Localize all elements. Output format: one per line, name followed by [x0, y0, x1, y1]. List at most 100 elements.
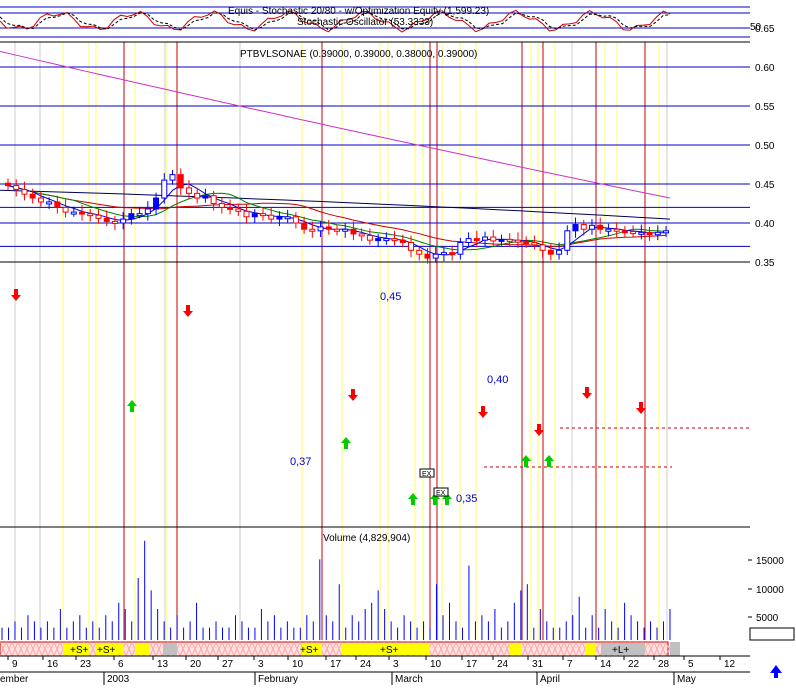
candle-body [342, 228, 349, 232]
candle-body [103, 217, 110, 222]
candle-body [218, 203, 225, 208]
signal-segment [509, 643, 522, 655]
x-day-label: 14 [600, 659, 612, 670]
sell-arrow-icon [348, 389, 358, 401]
x-day-label: 17 [466, 659, 478, 670]
candle-body [391, 238, 398, 242]
candle-body [202, 195, 209, 199]
candle-body [79, 211, 86, 215]
signal-label: +S+ [97, 645, 116, 656]
x-day-label: 28 [658, 659, 670, 670]
x-day-label: 3 [258, 659, 264, 670]
scroll-up-arrow[interactable] [770, 665, 782, 678]
price-tick-label: 0.60 [755, 63, 775, 74]
ma-longest-line [0, 50, 671, 199]
price-tick-label: 0.50 [755, 141, 775, 152]
stochastic-title-1: Equis - Stochastic 20/80 - w/Optimizatio… [228, 6, 489, 17]
candle-body [128, 213, 135, 220]
candle-body [309, 228, 316, 232]
candle-body [654, 231, 661, 236]
candle-body [440, 252, 447, 256]
candle-body [564, 230, 571, 251]
candle-body [5, 182, 11, 187]
candle-body [613, 228, 620, 232]
signal-segment [670, 642, 680, 656]
candle-body [514, 239, 521, 243]
price-axis: 0.35 0.40 0.45 0.50 0.55 0.60 0.65 [755, 24, 775, 269]
x-day-label: 9 [12, 659, 18, 670]
candle-body [588, 224, 595, 230]
candle-body [177, 174, 184, 189]
candle-body [350, 228, 357, 235]
candle-body [383, 238, 390, 242]
signal-label: +S+ [70, 645, 89, 656]
candle-body [432, 253, 439, 259]
x-day-label: 22 [628, 659, 640, 670]
x-month-label: ember [0, 674, 29, 685]
price-tick-label: 0.35 [755, 258, 775, 269]
candle-body [54, 201, 61, 208]
candle-body [268, 214, 275, 220]
candle-body [580, 224, 587, 230]
candle-body [136, 213, 143, 217]
x-month-label: May [677, 674, 696, 685]
stochastic-title-2: Stochastic Oscillator (53.3333) [297, 17, 433, 28]
candle-body [62, 206, 69, 213]
candle-body [210, 195, 217, 204]
candle-body [531, 242, 538, 246]
volume-axis: 5000 10000 15000 [748, 556, 795, 641]
price-tick-label: 0.40 [755, 219, 775, 230]
exit-marker: EX [419, 468, 435, 478]
candle-body [111, 220, 118, 224]
volume-tick-label: 15000 [756, 556, 784, 567]
candle-body [185, 187, 192, 194]
x-day-label: 20 [190, 659, 202, 670]
x-day-label: 24 [497, 659, 509, 670]
candle-body [449, 252, 456, 256]
signal-label: +L+ [612, 645, 629, 656]
x-month-label: 2003 [107, 674, 130, 685]
candle-body [70, 211, 77, 215]
price-tick-label: 0.45 [755, 180, 775, 191]
candle-body [243, 210, 250, 218]
candle-body [399, 239, 406, 244]
stochastic-panel: Equis - Stochastic 20/80 - w/Optimizatio… [0, 6, 762, 43]
volume-panel: Volume (4,829,904) 5000 10000 15000 [1, 533, 795, 641]
candle-body [301, 222, 308, 230]
candle-body [37, 197, 44, 203]
candle-body [539, 244, 546, 251]
price-tick-label: 0.65 [755, 24, 775, 35]
candle-body [87, 213, 94, 217]
x-day-label: 12 [724, 659, 736, 670]
candle-body [13, 185, 20, 190]
x-day-label: 16 [47, 659, 59, 670]
signal-segment [135, 643, 150, 655]
candle-body [506, 238, 513, 242]
x-day-label: 27 [222, 659, 234, 670]
annotation-045: 0,45 [380, 291, 401, 303]
signal-label: +S+ [380, 645, 399, 656]
signal-segment [163, 643, 177, 655]
annotation-040: 0,40 [487, 374, 508, 386]
candle-body [276, 216, 283, 220]
candle-body [317, 226, 324, 232]
candle-body [416, 249, 423, 255]
volume-tick-label: 10000 [756, 585, 784, 596]
candle-body [29, 193, 36, 199]
candle-body [161, 179, 168, 199]
svg-text:EX: EX [436, 490, 446, 497]
buy-arrow-icon [544, 455, 554, 467]
signal-strip: +S+ +S+ +S+ +S+ +L+ [0, 641, 680, 657]
x-day-label: 5 [688, 659, 694, 670]
price-tick-label: 0.55 [755, 102, 775, 113]
signal-segment [585, 643, 596, 655]
candle-body [547, 249, 554, 255]
price-gridlines [0, 27, 750, 263]
candle-body [21, 188, 28, 195]
candle-body [663, 230, 669, 234]
svg-text:EX: EX [422, 471, 432, 478]
candle-body [605, 228, 612, 232]
candle-body [621, 230, 628, 234]
vertical-date-lines [14, 42, 668, 640]
candle-body [325, 226, 332, 230]
